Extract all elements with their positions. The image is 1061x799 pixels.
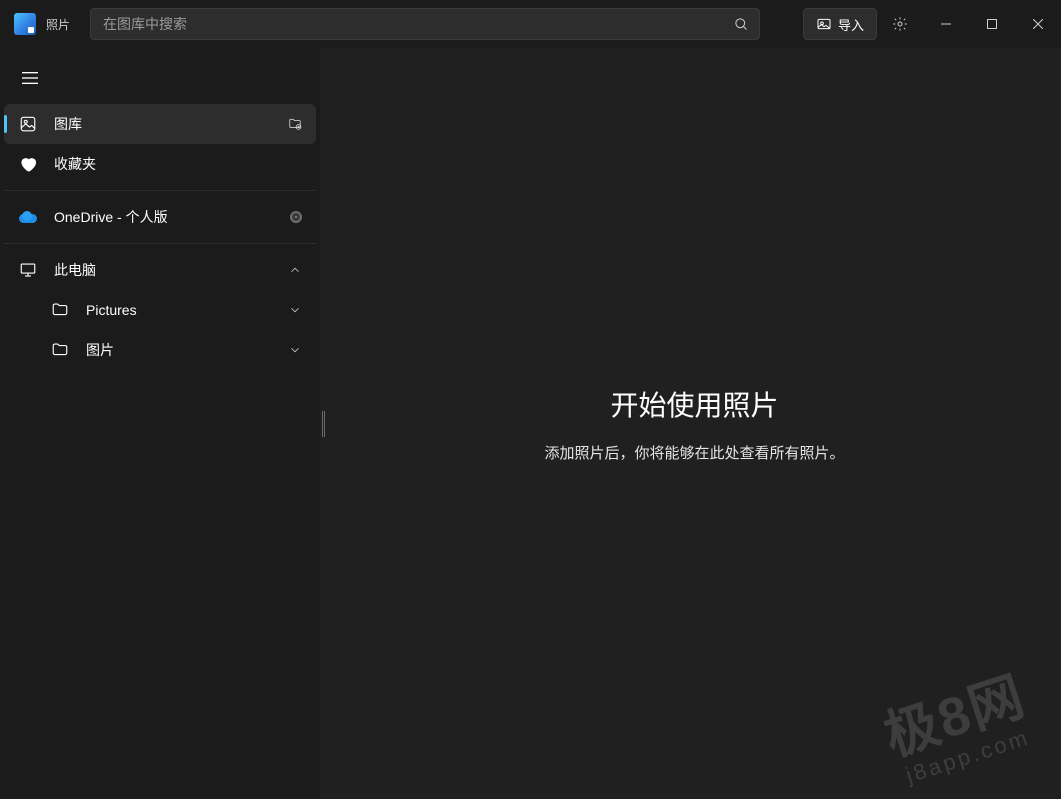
import-label: 导入 (838, 15, 864, 34)
chevron-up-icon (288, 263, 302, 277)
sidebar-item-label: 图片 (86, 340, 114, 360)
chevron-down-icon (288, 343, 302, 357)
onedrive-icon (18, 207, 38, 227)
app-logo-icon (14, 13, 36, 35)
hamburger-button[interactable] (10, 60, 50, 96)
sidebar-splitter[interactable] (320, 48, 328, 799)
sidebar-item-favorites[interactable]: 收藏夹 (4, 144, 316, 184)
search-box[interactable] (90, 8, 760, 40)
main-content: 开始使用照片 添加照片后，你将能够在此处查看所有照片。 极8网 j8app.co… (328, 48, 1061, 799)
empty-state-subtitle: 添加照片后，你将能够在此处查看所有照片。 (544, 442, 844, 463)
chevron-down-icon (288, 303, 302, 317)
sidebar-item-tupian-folder[interactable]: 图片 (4, 330, 316, 370)
watermark-line2: j8app.com (896, 724, 1040, 789)
sidebar-divider (4, 243, 316, 244)
maximize-icon (987, 19, 997, 29)
search-input[interactable] (91, 16, 723, 32)
body-row: 图库 收藏夹 OneDrive - 个人版 此电脑 (0, 48, 1061, 799)
close-button[interactable] (1015, 0, 1061, 48)
hamburger-icon (22, 71, 38, 85)
add-folder-button[interactable] (288, 117, 302, 131)
sidebar-item-label: OneDrive - 个人版 (54, 207, 168, 227)
maximize-button[interactable] (969, 0, 1015, 48)
sidebar-item-label: Pictures (86, 302, 137, 318)
sidebar: 图库 收藏夹 OneDrive - 个人版 此电脑 (0, 48, 320, 799)
search-icon (734, 17, 749, 32)
minimize-icon (941, 19, 951, 29)
search-button[interactable] (723, 9, 759, 39)
monitor-icon (18, 260, 38, 280)
watermark: 极8网 j8app.com (878, 669, 1040, 790)
import-button[interactable]: 导入 (803, 8, 877, 40)
heart-icon (18, 154, 38, 174)
gear-icon (892, 16, 908, 32)
sidebar-item-label: 收藏夹 (54, 154, 96, 174)
onedrive-status-icon (290, 211, 302, 223)
splitter-grip-icon (322, 411, 325, 437)
empty-state-title: 开始使用照片 (610, 384, 778, 424)
expand-toggle[interactable] (288, 303, 302, 317)
folder-icon (50, 340, 70, 360)
sidebar-divider (4, 190, 316, 191)
import-icon (816, 16, 832, 32)
minimize-button[interactable] (923, 0, 969, 48)
add-folder-icon (288, 117, 302, 131)
app-title: 照片 (46, 16, 70, 33)
watermark-line1: 极8网 (877, 666, 1033, 768)
close-icon (1033, 19, 1043, 29)
titlebar: 照片 导入 (0, 0, 1061, 48)
sidebar-item-pictures-folder[interactable]: Pictures (4, 290, 316, 330)
collapse-toggle[interactable] (288, 263, 302, 277)
sidebar-item-gallery[interactable]: 图库 (4, 104, 316, 144)
sidebar-item-this-pc[interactable]: 此电脑 (4, 250, 316, 290)
sidebar-item-label: 图库 (54, 114, 82, 134)
sidebar-item-label: 此电脑 (54, 260, 96, 280)
sidebar-item-onedrive[interactable]: OneDrive - 个人版 (4, 197, 316, 237)
gallery-icon (18, 114, 38, 134)
expand-toggle[interactable] (288, 343, 302, 357)
settings-button[interactable] (877, 8, 923, 40)
folder-icon (50, 300, 70, 320)
